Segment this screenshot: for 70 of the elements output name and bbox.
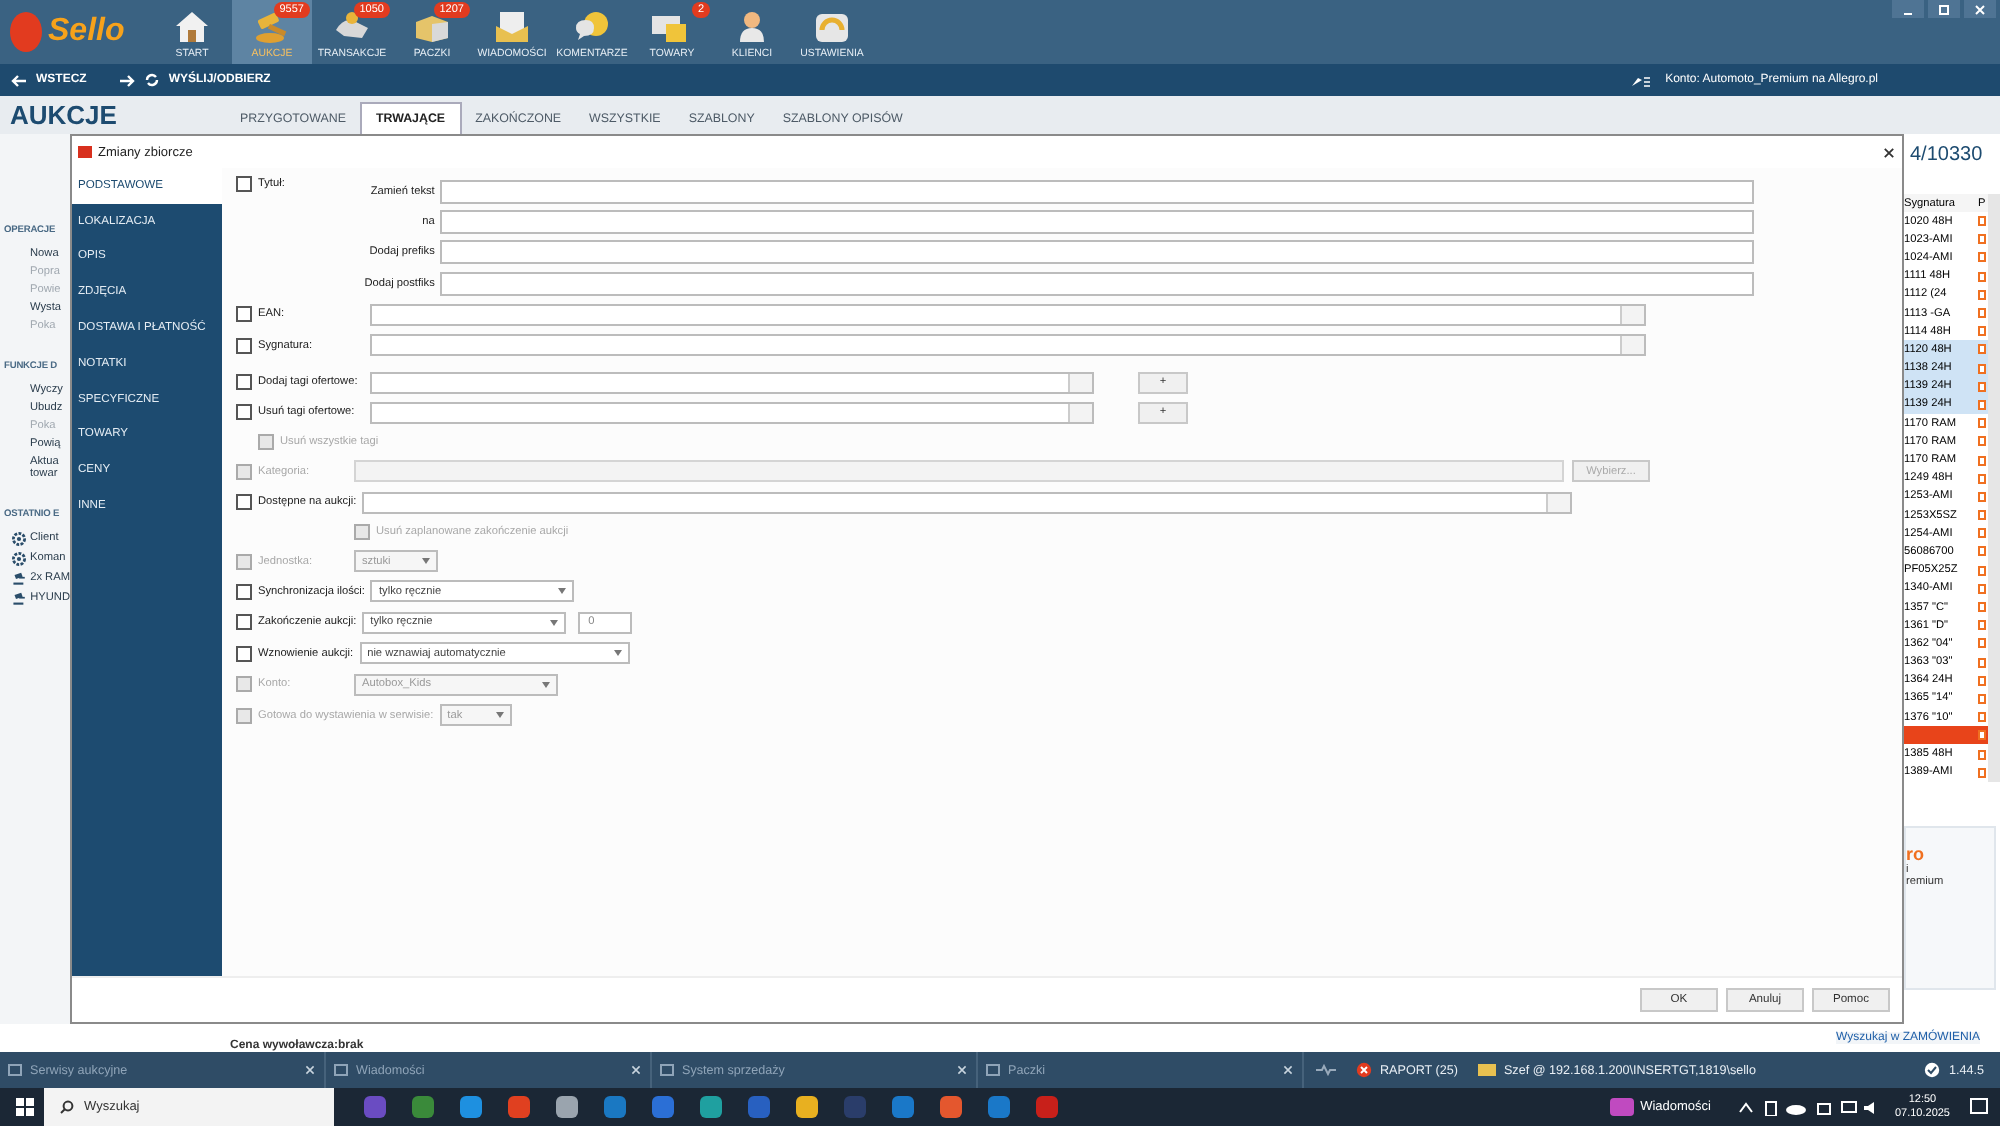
app-icon[interactable] [790, 1093, 824, 1121]
tab-icon [334, 1064, 348, 1076]
checkbox[interactable] [236, 494, 252, 511]
house-icon [174, 10, 210, 44]
text-field[interactable] [440, 210, 1754, 235]
logo-text: Sello [48, 14, 125, 50]
box-icon [412, 10, 452, 44]
windows-icon[interactable] [16, 1098, 34, 1116]
text-field[interactable] [440, 179, 1754, 204]
gavel-list-icon [1629, 73, 1650, 87]
card-title: ro [1906, 843, 1926, 864]
checkbox[interactable] [236, 404, 252, 421]
tags-field[interactable] [370, 371, 1094, 394]
scrollbar[interactable] [1988, 194, 2000, 782]
pulse-icon [1316, 1064, 1336, 1076]
error-icon [1356, 1062, 1372, 1078]
gauge-icon [812, 10, 852, 44]
app-icon[interactable] [646, 1093, 680, 1121]
checkbox[interactable] [236, 583, 252, 600]
restore-icon [1938, 3, 1950, 15]
gavel-icon [12, 571, 27, 585]
table-row[interactable] [1904, 726, 1988, 745]
server-icon [1477, 1062, 1496, 1078]
app-icon[interactable] [454, 1093, 488, 1121]
text-field[interactable] [370, 303, 1646, 326]
forward-arrow-icon[interactable] [118, 73, 137, 87]
app-icon[interactable] [502, 1093, 536, 1121]
tags-field[interactable] [370, 401, 1094, 424]
gavel-icon [252, 10, 292, 44]
text-field[interactable] [370, 334, 1646, 357]
restore-button[interactable] [1928, 0, 1960, 18]
app-icon[interactable] [598, 1093, 632, 1121]
checkbox[interactable] [236, 306, 252, 323]
back-arrow-icon[interactable] [10, 73, 28, 87]
minimize-button[interactable] [1892, 0, 1924, 18]
text-field[interactable] [440, 271, 1754, 296]
sync-icon[interactable] [144, 72, 161, 88]
app-icon[interactable] [982, 1093, 1016, 1121]
person-icon [736, 10, 768, 44]
app-icon[interactable] [406, 1093, 440, 1121]
tab-icon [986, 1064, 1000, 1076]
text-field[interactable] [440, 240, 1754, 265]
item-counter: 4/10330 [1908, 142, 1985, 170]
category-field[interactable] [354, 460, 1564, 483]
search-icon [60, 1100, 74, 1114]
close-button[interactable] [1964, 0, 1996, 18]
app-icon[interactable] [886, 1093, 920, 1121]
app-icon [78, 146, 92, 158]
notification-icon[interactable] [1970, 1098, 1988, 1116]
checkbox[interactable] [236, 337, 252, 354]
close-icon [1974, 3, 1986, 15]
tab-icon [8, 1064, 22, 1076]
tray-icons-drawing[interactable] [1738, 1099, 1879, 1115]
check-icon [1924, 1062, 1941, 1078]
tab-icon [660, 1064, 674, 1076]
app-icon[interactable] [550, 1093, 584, 1121]
checkbox[interactable] [236, 614, 252, 631]
gavel-icon [12, 591, 27, 605]
logo-icon [8, 10, 44, 54]
page-title: AUKCJE [8, 100, 119, 130]
text-field[interactable] [362, 491, 1573, 514]
checkbox[interactable] [236, 374, 252, 391]
app-icon[interactable] [694, 1093, 728, 1121]
checkbox[interactable] [236, 645, 252, 662]
speech-bubble-icon [572, 10, 612, 44]
close-icon[interactable] [1882, 145, 1896, 159]
checkbox[interactable] [236, 176, 252, 192]
news-icon [1610, 1098, 1635, 1116]
letter-icon [492, 10, 532, 44]
app-icon[interactable] [934, 1093, 968, 1121]
